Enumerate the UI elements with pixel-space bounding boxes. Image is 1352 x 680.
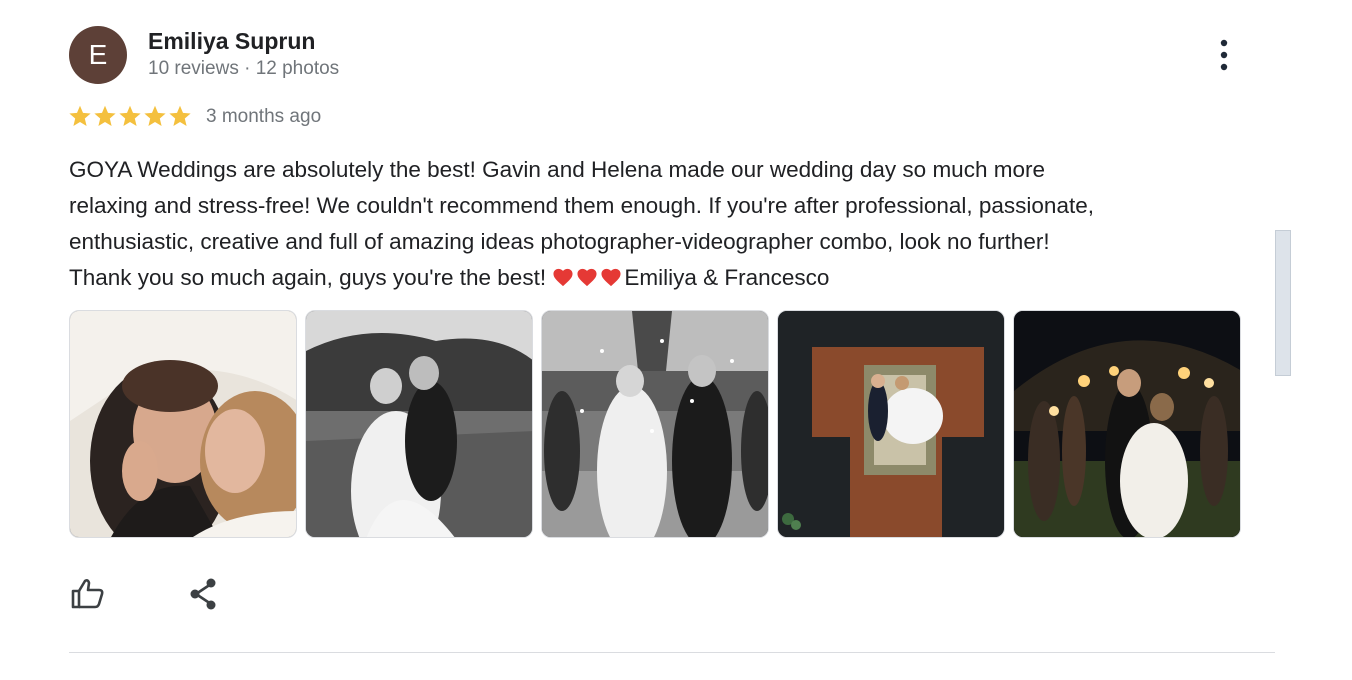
heart-icon xyxy=(577,268,597,287)
review-card: E Emiliya Suprun 10 reviews · 12 photos … xyxy=(0,0,1352,680)
review-photos xyxy=(69,310,1241,538)
avatar[interactable]: E xyxy=(69,26,127,84)
couple-veil-photo xyxy=(70,311,296,537)
couple-field-bw-photo xyxy=(306,311,532,537)
couple-confetti-bw-photo xyxy=(542,311,768,537)
scrollbar[interactable] xyxy=(1275,230,1291,376)
review-line: enthusiastic, creative and full of amazi… xyxy=(69,229,1050,254)
review-line: GOYA Weddings are absolutely the best! G… xyxy=(69,157,1045,182)
share-button[interactable] xyxy=(184,574,224,614)
share-icon xyxy=(190,578,216,610)
star-icon xyxy=(119,105,141,126)
divider xyxy=(69,652,1275,653)
reviewer-meta: 10 reviews · 12 photos xyxy=(148,58,340,79)
review-line-text: Thank you so much again, guys you're the… xyxy=(69,265,553,290)
review-signoff: Emiliya & Francesco xyxy=(624,265,830,290)
review-date: 3 months ago xyxy=(206,106,322,127)
heart-icon xyxy=(553,268,573,287)
review-photo-1[interactable] xyxy=(69,310,297,538)
star-icon xyxy=(144,105,166,126)
reviewer-name[interactable]: Emiliya Suprun xyxy=(148,28,315,55)
review-photo-3[interactable] xyxy=(541,310,769,538)
aerial-couple-photo xyxy=(778,311,1004,537)
review-text: GOYA Weddings are absolutely the best! G… xyxy=(69,152,1249,296)
thumb-up-icon xyxy=(71,579,104,609)
star-rating xyxy=(68,104,192,130)
review-photo-4[interactable] xyxy=(777,310,1005,538)
star-icon xyxy=(94,105,116,126)
star-icon xyxy=(69,105,91,126)
review-line: relaxing and stress-free! We couldn't re… xyxy=(69,193,1094,218)
review-photo-5[interactable] xyxy=(1013,310,1241,538)
review-line-last: Thank you so much again, guys you're the… xyxy=(69,260,1249,296)
more-vert-icon xyxy=(1220,39,1228,71)
heart-icon xyxy=(601,268,621,287)
star-icon xyxy=(169,105,191,126)
review-photo-2[interactable] xyxy=(305,310,533,538)
more-options-button[interactable] xyxy=(1208,36,1240,74)
couple-sparklers-photo xyxy=(1014,311,1240,537)
hearts xyxy=(552,265,624,290)
like-button[interactable] xyxy=(68,574,108,614)
